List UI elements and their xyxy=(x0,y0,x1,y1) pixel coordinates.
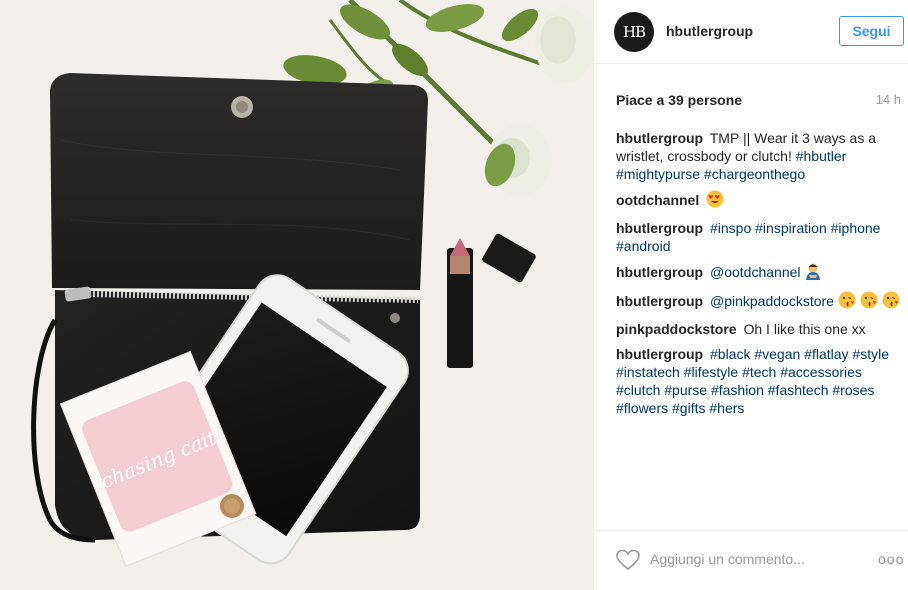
comments-list: hbutlergroup TMP || Wear it 3 ways as a … xyxy=(616,129,901,424)
comment-author[interactable]: hbutlergroup xyxy=(616,130,703,146)
post-header: HB hbutlergroup Segui xyxy=(594,0,908,64)
comment-item: ootdchannel xyxy=(616,190,901,212)
comment-item: hbutlergroup TMP || Wear it 3 ways as a … xyxy=(616,129,901,183)
heart-eyes-emoji-icon xyxy=(706,190,724,212)
comment-author[interactable]: hbutlergroup xyxy=(616,293,703,309)
flatlay-image: chasing cait xyxy=(0,0,593,590)
comment-author[interactable]: pinkpaddockstore xyxy=(616,321,737,337)
more-options-icon[interactable]: ooo xyxy=(878,551,904,567)
post-photo[interactable]: chasing cait xyxy=(0,0,593,590)
likes-count[interactable]: Piace a 39 persone xyxy=(616,92,742,108)
heart-icon[interactable] xyxy=(616,549,640,571)
post-username[interactable]: hbutlergroup xyxy=(666,23,753,39)
comment-item: hbutlergroup #black #vegan #flatlay #sty… xyxy=(616,345,901,417)
comment-author[interactable]: hbutlergroup xyxy=(616,264,703,280)
comment-author[interactable]: ootdchannel xyxy=(616,192,699,208)
comment-input[interactable] xyxy=(650,547,850,571)
kissing-face-emoji-icon xyxy=(838,291,856,313)
kissing-face-emoji-icon xyxy=(860,291,878,313)
comment-item: hbutlergroup @pinkpaddockstore xyxy=(616,291,901,313)
likes-row: Piace a 39 persone 14 h xyxy=(616,92,901,110)
follow-button[interactable]: Segui xyxy=(839,16,904,46)
comment-author[interactable]: hbutlergroup xyxy=(616,346,703,362)
comment-item: pinkpaddockstore Oh I like this one xx xyxy=(616,320,901,338)
kissing-face-emoji-icon xyxy=(882,291,900,313)
person-bowing-emoji-icon xyxy=(804,262,822,284)
comment-author[interactable]: hbutlergroup xyxy=(616,220,703,236)
post-timestamp[interactable]: 14 h xyxy=(876,92,901,107)
avatar[interactable]: HB xyxy=(614,12,654,52)
comment-footer: ooo xyxy=(594,530,908,590)
comment-mention[interactable]: @pinkpaddockstore xyxy=(710,293,834,309)
comment-text: Oh I like this one xx xyxy=(743,321,866,337)
comment-mention[interactable]: @ootdchannel xyxy=(710,264,801,280)
post-panel: HB hbutlergroup Segui Piace a 39 persone… xyxy=(593,0,908,590)
comment-item: hbutlergroup @ootdchannel xyxy=(616,262,901,284)
comment-item: hbutlergroup #inspo #inspiration #iphone… xyxy=(616,219,901,255)
